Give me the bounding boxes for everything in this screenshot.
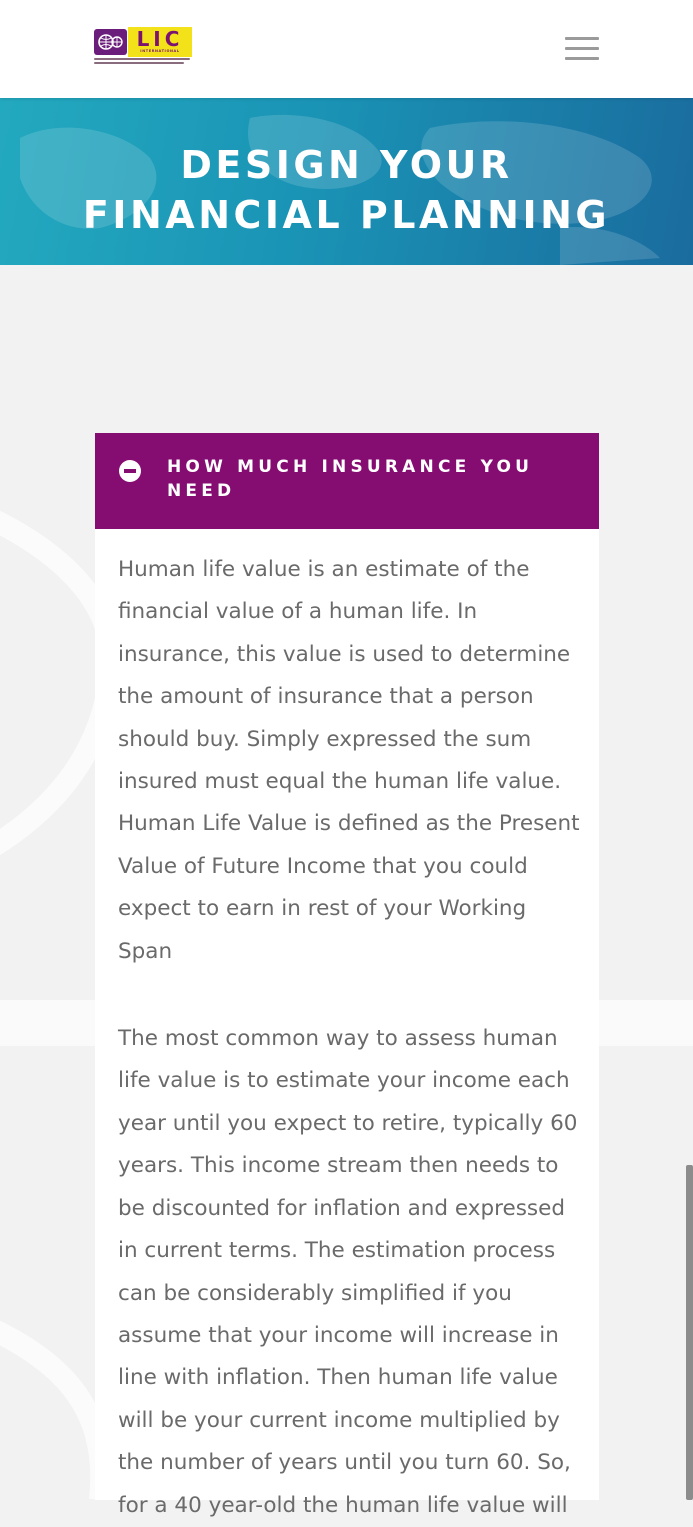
paragraph-human-life-value: Human life value is an estimate of the f… — [118, 557, 580, 964]
logo-brand-subtitle: INTERNATIONAL — [140, 49, 180, 53]
accordion-title: How Much Insurance You Need — [167, 457, 534, 501]
hamburger-menu-icon[interactable] — [565, 37, 599, 63]
hero-banner: Design Your Financial Planning — [0, 98, 693, 265]
insurance-accordion: How Much Insurance You Need Human life v… — [95, 433, 599, 1518]
paragraph-assessment-method: The most common way to assess human life… — [118, 1026, 578, 1518]
accordion-body: Human life value is an estimate of the f… — [95, 529, 599, 1527]
site-header: LIC INTERNATIONAL — [0, 0, 693, 98]
minus-circle-icon[interactable] — [119, 460, 141, 482]
globe-emblem-icon — [94, 29, 127, 55]
page-title-line-2: Financial Planning — [82, 193, 611, 237]
lic-logo[interactable]: LIC INTERNATIONAL — [94, 27, 192, 71]
page-scrollbar[interactable] — [686, 1165, 693, 1500]
page-title: Design Your Financial Planning — [0, 140, 693, 240]
page-title-line-1: Design Your — [180, 143, 513, 187]
logo-tagline-lines — [94, 58, 192, 68]
accordion-header[interactable]: How Much Insurance You Need — [95, 433, 599, 529]
